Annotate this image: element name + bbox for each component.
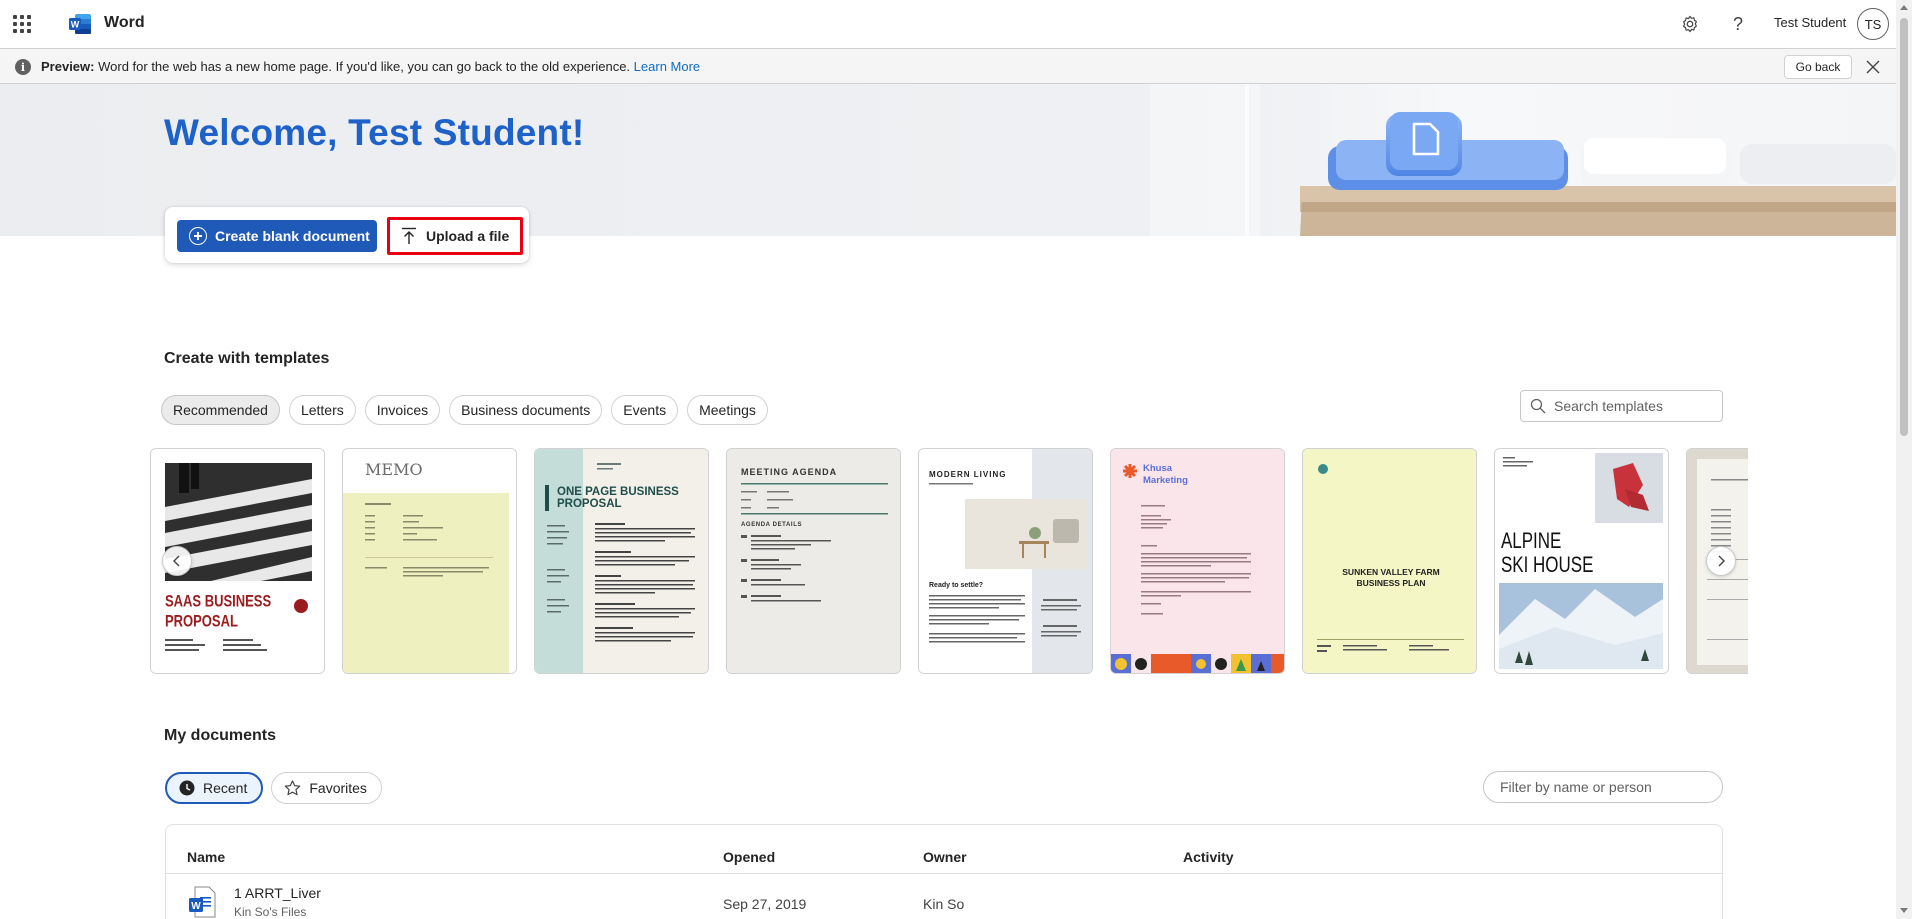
template-category-chips: Recommended Letters Invoices Business do… [161,395,768,425]
column-header-opened[interactable]: Opened [723,849,775,865]
clock-icon [179,780,195,796]
learn-more-link[interactable]: Learn More [634,59,700,74]
tab-recent[interactable]: Recent [165,772,264,804]
word-logo-icon: W [69,14,91,34]
document-opened: Sep 27, 2019 [723,896,807,912]
word-document-icon: W [189,886,216,918]
go-back-button[interactable]: Go back [1784,55,1852,79]
template-thumbnail: ONE PAGE BUSINESS PROPOSAL [535,449,708,673]
template-thumbnail: Khusa Marketing [1111,449,1284,673]
chip-events[interactable]: Events [611,395,679,425]
alpine-title-1: ALPINE [1501,529,1561,554]
user-name[interactable]: Test Student [1774,15,1846,30]
close-icon[interactable] [1863,57,1883,77]
upload-file-button[interactable]: Upload a file [387,217,523,255]
column-header-activity[interactable]: Activity [1183,849,1234,865]
welcome-heading: Welcome, Test Student! [164,112,585,153]
template-thumbnail: ALPINE SKI HOUSE [1495,449,1668,673]
app-launcher-icon[interactable] [12,14,32,34]
chip-business-documents[interactable]: Business documents [449,395,603,425]
template-card-one-page-proposal[interactable]: ONE PAGE BUSINESS PROPOSAL [534,448,709,674]
meeting-title: MEETING AGENDA [741,467,837,477]
chip-meetings[interactable]: Meetings [687,395,768,425]
search-icon [1530,398,1546,414]
tab-recent-label: Recent [203,780,248,796]
modern-title: MODERN LIVING [929,470,1006,479]
template-carousel: SAAS BUSINESS PROPOSAL MEMO ONE PAGE BUS… [150,448,1748,674]
khusa-title-1: Khusa [1143,463,1173,474]
tab-favorites-label: Favorites [309,780,367,796]
upload-icon [402,227,416,244]
templates-heading: Create with templates [164,350,330,367]
scroll-down-arrow[interactable] [1900,908,1908,913]
document-filter[interactable] [1483,771,1723,803]
tab-favorites[interactable]: Favorites [271,772,382,804]
banner-label: Preview: [41,59,95,74]
template-card-sunken-valley-farm[interactable]: SUNKEN VALLEY FARM BUSINESS PLAN [1302,448,1477,674]
one-page-title-1: ONE PAGE BUSINESS [557,486,679,498]
alpine-title-2: SKI HOUSE [1501,553,1593,578]
create-blank-label: Create blank document [215,228,370,244]
column-header-owner[interactable]: Owner [923,849,967,865]
document-name[interactable]: 1 ARRT_Liver [234,885,321,901]
app-title[interactable]: Word [104,14,145,32]
question-icon[interactable]: ? [1726,12,1750,36]
template-search[interactable] [1520,390,1723,422]
chevron-left-icon [173,555,180,567]
svg-text:W: W [191,901,201,912]
table-row[interactable]: W 1 ARRT_Liver Kin So's Files Sep 27, 20… [166,874,1722,919]
modern-subtitle: Ready to settle? [929,582,983,589]
chip-invoices[interactable]: Invoices [364,395,441,425]
plus-circle-icon [189,227,207,245]
my-documents-heading: My documents [164,727,277,744]
create-blank-document-button[interactable]: Create blank document [177,220,377,252]
preview-banner: i Preview: Word for the web has a new ho… [0,48,1896,84]
banner-text: Preview: Word for the web has a new home… [41,59,700,74]
column-header-name[interactable]: Name [187,849,225,865]
template-thumbnail: SUNKEN VALLEY FARM BUSINESS PLAN [1303,449,1476,673]
quick-actions: Create blank document Upload a file [165,207,529,263]
banner-message: Word for the web has a new home page. If… [94,59,634,74]
template-thumbnail: MEMO [343,449,516,673]
khusa-title-2: Marketing [1143,475,1188,486]
template-card-modern-living[interactable]: MODERN LIVING Ready to settle? [918,448,1093,674]
template-card-memo[interactable]: MEMO [342,448,517,674]
memo-title: MEMO [365,460,423,479]
avatar[interactable]: TS [1857,8,1889,40]
carousel-prev-button[interactable] [162,546,192,576]
chevron-right-icon [1718,555,1725,567]
svg-text:W: W [71,20,80,30]
chip-recommended[interactable]: Recommended [161,395,280,425]
upload-label: Upload a file [426,228,510,244]
page-scrollbar[interactable] [1896,0,1912,919]
hero-illustration [1150,84,1896,236]
star-icon [285,780,301,796]
document-location: Kin So's Files [234,905,307,919]
saas-title-2: PROPOSAL [165,613,238,631]
info-icon: i [15,59,31,75]
template-card-khusa-marketing[interactable]: Khusa Marketing [1110,448,1285,674]
top-bar: W Word ? Test Student TS [0,0,1912,48]
template-card-alpine-ski-house[interactable]: ALPINE SKI HOUSE [1494,448,1669,674]
gear-icon[interactable] [1678,12,1702,36]
template-card-meeting-agenda[interactable]: MEETING AGENDA AGENDA DETAILS [726,448,901,674]
scroll-up-arrow[interactable] [1900,5,1908,10]
one-page-title-2: PROPOSAL [557,498,622,510]
template-search-input[interactable] [1554,398,1704,414]
scrollbar-thumb[interactable] [1900,18,1908,436]
sunken-title-2: BUSINESS PLAN [1357,578,1426,588]
meeting-subtitle: AGENDA DETAILS [741,522,802,528]
document-tabs: Recent Favorites [165,772,382,804]
document-owner: Kin So [923,896,965,912]
template-thumbnail: MEETING AGENDA AGENDA DETAILS [727,449,900,673]
sunken-title-1: SUNKEN VALLEY FARM [1342,567,1439,577]
carousel-next-button[interactable] [1706,546,1736,576]
template-thumbnail: MODERN LIVING Ready to settle? [919,449,1092,673]
document-filter-input[interactable] [1500,779,1710,795]
saas-title-1: SAAS BUSINESS [165,593,271,611]
documents-table: Name Opened Owner Activity W 1 ARRT_Live… [165,824,1723,919]
chip-letters[interactable]: Letters [288,395,356,425]
